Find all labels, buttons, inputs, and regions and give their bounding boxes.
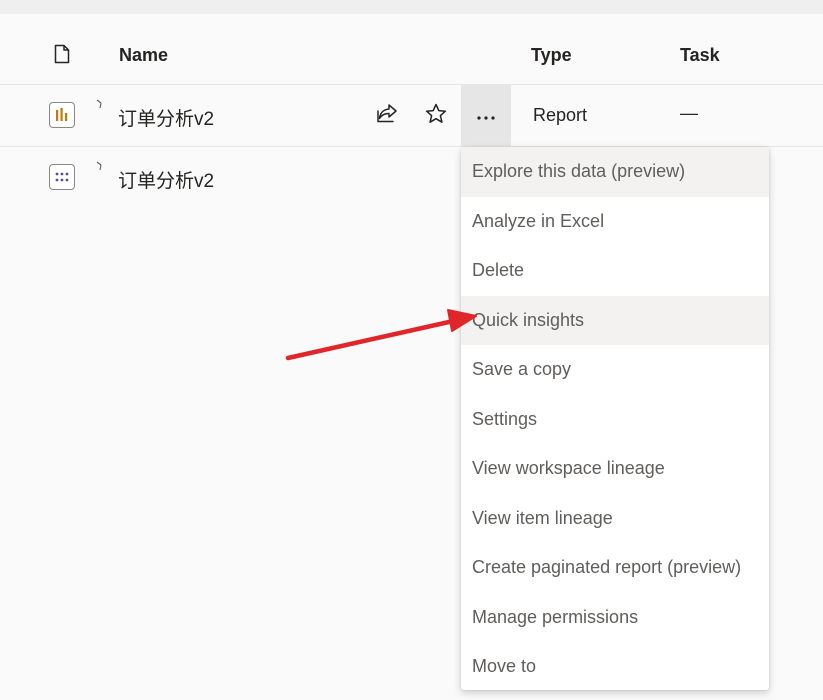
table-row[interactable]: 订单分析v2 Report — bbox=[0, 85, 823, 147]
top-bar bbox=[0, 0, 823, 14]
menu-item-move-to[interactable]: Move to bbox=[461, 642, 769, 692]
sparkle-icon bbox=[96, 161, 104, 174]
item-task: — bbox=[680, 103, 698, 123]
menu-item-analyze-in-excel[interactable]: Analyze in Excel bbox=[461, 197, 769, 247]
menu-item-settings[interactable]: Settings bbox=[461, 395, 769, 445]
favorite-button[interactable] bbox=[411, 85, 461, 146]
menu-item-view-item-lineage[interactable]: View item lineage bbox=[461, 494, 769, 544]
menu-item-delete[interactable]: Delete bbox=[461, 246, 769, 296]
table-header: Name Type Task bbox=[0, 14, 823, 85]
star-icon bbox=[425, 103, 447, 129]
column-header-type[interactable]: Type bbox=[531, 45, 572, 66]
menu-item-manage-permissions[interactable]: Manage permissions bbox=[461, 593, 769, 643]
menu-item-quick-insights[interactable]: Quick insights bbox=[461, 295, 769, 345]
item-name[interactable]: 订单分析v2 bbox=[118, 104, 214, 131]
report-icon bbox=[49, 102, 75, 128]
menu-item-create-paginated-report[interactable]: Create paginated report (preview) bbox=[461, 543, 769, 593]
menu-item-save-a-copy[interactable]: Save a copy bbox=[461, 345, 769, 395]
more-options-button[interactable] bbox=[461, 85, 511, 146]
menu-item-view-workspace-lineage[interactable]: View workspace lineage bbox=[461, 444, 769, 494]
dataset-icon bbox=[49, 164, 75, 190]
column-header-task[interactable]: Task bbox=[680, 45, 720, 66]
file-icon bbox=[54, 44, 70, 69]
item-type: Report bbox=[533, 105, 588, 125]
menu-item-explore-data[interactable]: Explore this data (preview) bbox=[461, 147, 769, 197]
sparkle-icon bbox=[96, 99, 104, 112]
share-button[interactable] bbox=[362, 85, 412, 146]
item-name[interactable]: 订单分析v2 bbox=[118, 166, 214, 193]
context-menu: Explore this data (preview) Analyze in E… bbox=[461, 147, 769, 690]
share-icon bbox=[376, 103, 398, 128]
column-header-name[interactable]: Name bbox=[119, 45, 168, 66]
ellipsis-icon bbox=[476, 107, 496, 125]
